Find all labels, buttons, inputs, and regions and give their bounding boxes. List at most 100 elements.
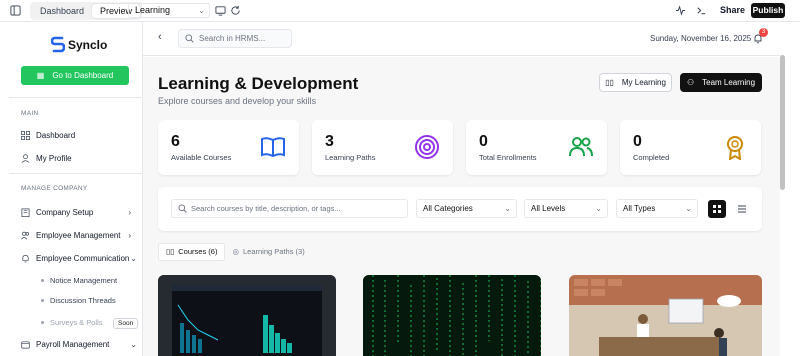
chevron-down-icon: ⌄	[130, 339, 137, 349]
terminal-icon[interactable]	[696, 5, 707, 16]
sidebar-item-dashboard[interactable]: Dashboard	[21, 128, 131, 142]
tab-courses[interactable]: ▯▯ Courses (6)	[158, 243, 226, 261]
type-select[interactable]: All Types ⌄	[616, 199, 698, 218]
stat-card-total-enrollments: 0 Total Enrollments	[466, 120, 607, 175]
list-view-icon[interactable]	[733, 200, 751, 218]
stat-card-available-courses: 6 Available Courses	[158, 120, 299, 175]
synclo-logo-icon	[51, 36, 65, 53]
team-meeting-image	[569, 275, 762, 356]
soon-badge: Soon	[113, 318, 139, 329]
go-to-dashboard-button[interactable]: ▦ Go to Dashboard	[21, 66, 129, 85]
sidebar-divider	[9, 173, 142, 174]
stat-value: 0	[633, 133, 642, 150]
sidebar-item-employee-management[interactable]: Employee Management ›	[21, 228, 131, 242]
bullet-icon	[41, 279, 44, 282]
grid-view-button[interactable]	[708, 200, 726, 218]
app-topbar: Dashboard Preview Learning ⌄ Share Publis…	[0, 0, 800, 22]
section-main: MAIN	[21, 110, 39, 117]
sidebar-subitem-discussion-threads[interactable]: Discussion Threads	[41, 296, 116, 305]
tab-label: Learning Paths (3)	[243, 247, 305, 256]
route-select-value: Learning	[135, 5, 171, 15]
course-card-thumbnail[interactable]	[569, 275, 762, 356]
page-title: Learning & Development	[158, 74, 359, 93]
search-placeholder: Search in HRMS...	[199, 34, 266, 43]
book-open-icon: ▯▯	[166, 247, 175, 256]
user-icon	[21, 153, 30, 163]
stat-card-completed: 0 Completed	[620, 120, 761, 175]
stat-value: 6	[171, 133, 180, 150]
sidebar-subitem-label: Notice Management	[50, 276, 118, 285]
sidebar-subitem-notice-management[interactable]: Notice Management	[41, 276, 117, 285]
users-icon: ⚇	[686, 78, 695, 87]
view-mode-toggle: Dashboard Preview	[30, 2, 143, 20]
award-icon	[727, 136, 743, 160]
users-icon	[21, 231, 30, 239]
my-learning-button[interactable]: ▯▯ My Learning	[599, 73, 672, 92]
activity-icon[interactable]	[675, 5, 686, 16]
dashboard-icon: ▦	[36, 71, 45, 80]
category-select[interactable]: All Categories ⌄	[416, 199, 517, 218]
notification-count-badge: 3	[759, 28, 768, 37]
sidebar-toggle-icon[interactable]	[10, 5, 21, 16]
content-tabs: ▯▯ Courses (6) ◎ Learning Paths (3)	[158, 243, 312, 261]
sidebar-item-payroll-management[interactable]: Payroll Management ⌄	[21, 337, 137, 351]
course-search-input[interactable]: Search courses by title, description, or…	[171, 199, 408, 218]
target-icon	[415, 135, 439, 159]
sidebar-subitem-surveys-polls[interactable]: Surveys & Polls	[41, 318, 103, 327]
stat-label: Learning Paths	[325, 153, 376, 162]
stat-value: 0	[479, 133, 488, 150]
building-icon	[21, 208, 30, 217]
stat-label: Completed	[633, 153, 670, 162]
sidebar-item-label: Payroll Management	[36, 339, 110, 349]
scrollbar-thumb[interactable]	[780, 55, 785, 190]
sidebar-subitem-label: Surveys & Polls	[50, 318, 103, 327]
app-header: ‹ Search in HRMS... Sunday, November 16,…	[143, 22, 780, 56]
sidebar-item-label: My Profile	[36, 153, 72, 163]
sidebar-subitem-label: Discussion Threads	[50, 296, 116, 305]
main-content: Learning & Development Explore courses a…	[143, 57, 780, 356]
main-scrollbar[interactable]	[780, 22, 800, 356]
users-icon	[569, 137, 593, 157]
sidebar-item-label: Company Setup	[36, 207, 94, 217]
chevron-down-icon: ⌄	[198, 6, 205, 15]
filter-bar: Search courses by title, description, or…	[158, 187, 762, 231]
brand-logo[interactable]: Synclo	[51, 36, 107, 54]
tab-learning-paths[interactable]: ◎ Learning Paths (3)	[225, 243, 311, 261]
route-select[interactable]: Learning ⌄	[128, 3, 210, 18]
share-button[interactable]: Share	[716, 3, 749, 18]
refresh-icon[interactable]	[230, 5, 241, 16]
team-learning-label: Team Learning	[702, 78, 756, 87]
section-manage-company: MANAGE COMPANY	[21, 185, 88, 192]
monitor-icon[interactable]	[215, 5, 226, 16]
sidebar-item-label: Employee Management	[36, 230, 121, 240]
sidebar-item-label: Employee Communication	[36, 253, 130, 263]
chevron-right-icon: ›	[128, 207, 131, 217]
go-to-dashboard-label: Go to Dashboard	[52, 71, 114, 80]
wallet-icon	[21, 340, 30, 348]
chevron-down-icon: ⌄	[685, 204, 692, 213]
course-card-thumbnail[interactable]	[158, 275, 336, 356]
tab-label: Courses (6)	[178, 247, 218, 256]
brand-name: Synclo	[68, 38, 108, 52]
segment-dashboard[interactable]: Dashboard	[32, 4, 92, 18]
stat-label: Total Enrollments	[479, 153, 537, 162]
team-learning-button[interactable]: ⚇ Team Learning	[680, 73, 762, 92]
chevron-down-icon: ⌄	[504, 204, 511, 213]
sidebar-item-my-profile[interactable]: My Profile	[21, 151, 131, 165]
level-select-value: All Levels	[531, 204, 566, 213]
my-learning-label: My Learning	[621, 78, 666, 87]
grid-view-icon	[713, 205, 721, 213]
page-subtitle: Explore courses and develop your skills	[158, 96, 317, 106]
chevron-left-icon[interactable]: ‹	[158, 31, 162, 43]
level-select[interactable]: All Levels ⌄	[524, 199, 608, 218]
sidebar-item-company-setup[interactable]: Company Setup ›	[21, 205, 131, 219]
code-matrix-image	[363, 275, 541, 356]
stat-label: Available Courses	[171, 153, 232, 162]
global-search-input[interactable]: Search in HRMS...	[178, 29, 292, 48]
grid-icon	[21, 130, 30, 140]
course-card-thumbnail[interactable]	[363, 275, 541, 356]
publish-button[interactable]: Publish	[751, 3, 785, 18]
analytics-dashboard-image	[158, 275, 336, 356]
sidebar-item-employee-communication[interactable]: Employee Communication ⌄	[21, 251, 137, 265]
type-select-value: All Types	[623, 204, 656, 213]
